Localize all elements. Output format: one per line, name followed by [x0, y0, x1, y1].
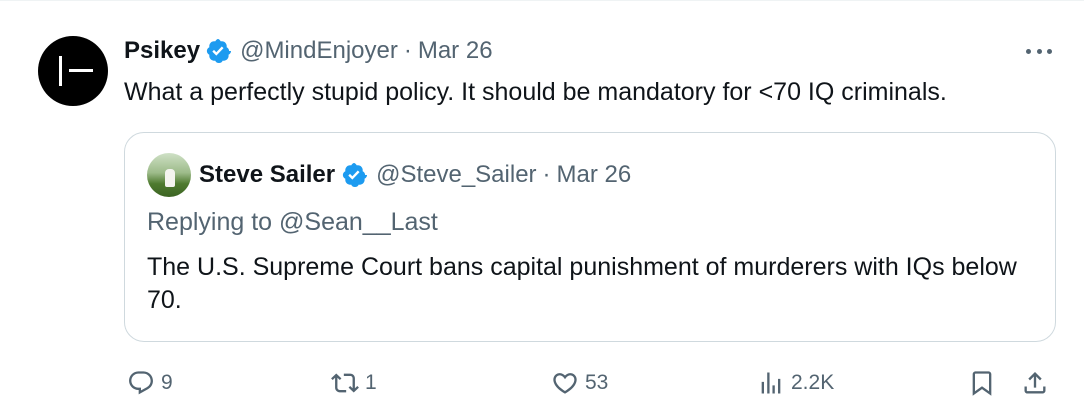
bookmark-button[interactable] — [968, 363, 996, 403]
author-name[interactable]: Psikey — [124, 37, 200, 65]
more-dot — [1026, 48, 1031, 54]
quoted-tweet-text: The U.S. Supreme Court bans capital puni… — [147, 253, 1017, 314]
like-count: 53 — [585, 371, 609, 394]
tweet[interactable]: Psikey @MindEnjoyer · Mar 26 What a perf… — [0, 0, 1084, 420]
quoted-author-handle[interactable]: @Steve_Sailer — [376, 161, 536, 189]
replying-to-line: Replying to @Sean__Last — [147, 205, 438, 239]
reply-button[interactable]: 9 — [127, 363, 173, 403]
views-icon — [761, 372, 781, 394]
quoted-tweet-date[interactable]: Mar 26 — [557, 161, 632, 189]
tweet-date[interactable]: Mar 26 — [418, 37, 493, 65]
verified-badge-icon — [342, 162, 368, 188]
avatar-logo-mark — [59, 56, 62, 86]
tweet-header: Psikey @MindEnjoyer · Mar 26 — [124, 34, 493, 68]
separator-dot: · — [542, 161, 551, 188]
views-count: 2.2K — [791, 371, 835, 394]
separator-dot: · — [403, 37, 412, 64]
bookmark-icon — [972, 371, 992, 396]
reply-count: 9 — [161, 371, 173, 394]
heart-icon — [553, 373, 577, 394]
like-button[interactable]: 53 — [551, 363, 608, 403]
author-handle[interactable]: @MindEnjoyer — [240, 37, 398, 65]
more-options-icon[interactable] — [1022, 39, 1056, 63]
quoted-author-avatar[interactable] — [147, 153, 191, 197]
replying-to-mention[interactable]: @Sean__Last — [279, 208, 438, 236]
avatar-logo-dash — [69, 69, 93, 72]
retweet-count: 1 — [365, 371, 377, 394]
action-bar: 9 1 53 2.2K — [0, 363, 1084, 403]
tweet-text: What a perfectly stupid policy. It shoul… — [124, 78, 947, 106]
retweet-button[interactable]: 1 — [331, 363, 377, 403]
quoted-tweet[interactable]: Steve Sailer @Steve_Sailer · Mar 26 Repl… — [124, 132, 1056, 342]
more-dot — [1036, 48, 1042, 54]
views-button[interactable]: 2.2K — [757, 363, 834, 403]
retweet-icon — [331, 373, 359, 393]
quoted-tweet-header: Steve Sailer @Steve_Sailer · Mar 26 — [199, 158, 631, 192]
more-dot — [1047, 48, 1052, 54]
replying-to-label: Replying to — [147, 208, 280, 236]
share-button[interactable] — [1021, 363, 1049, 403]
quoted-author-name[interactable]: Steve Sailer — [199, 161, 335, 189]
share-icon — [1024, 372, 1046, 394]
reply-icon — [129, 371, 153, 395]
verified-badge-icon — [206, 38, 232, 64]
avatar-figure — [165, 169, 175, 187]
author-avatar[interactable] — [38, 36, 108, 106]
